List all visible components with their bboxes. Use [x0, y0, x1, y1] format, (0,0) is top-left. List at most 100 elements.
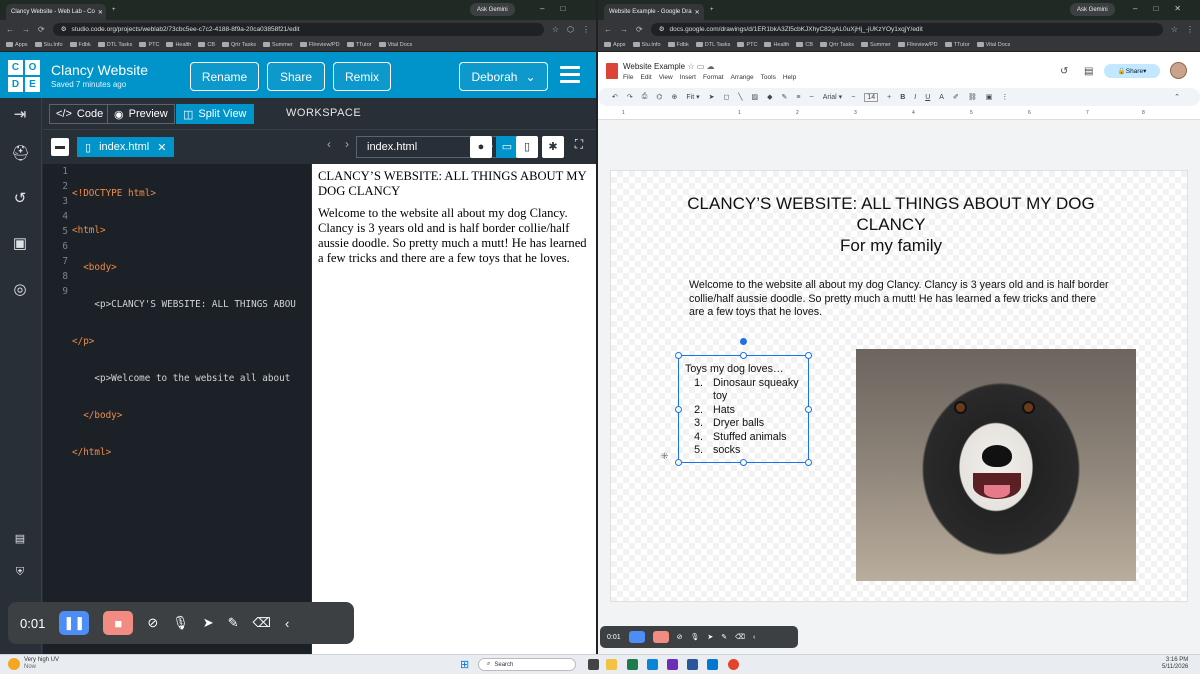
eraser-icon[interactable]: ⌫ [253, 615, 271, 631]
pause-button[interactable]: ❚❚ [59, 611, 90, 635]
rotate-handle[interactable] [740, 338, 747, 345]
resize-handle[interactable] [740, 352, 747, 359]
border-dash-icon[interactable]: ┄ [810, 93, 814, 101]
comment-icon[interactable]: ▤ [1084, 66, 1093, 77]
code-logo[interactable]: C O D E [8, 60, 40, 92]
undo-icon[interactable]: ↶ [612, 93, 618, 101]
preview-forward-icon[interactable]: › [338, 137, 356, 157]
zoom-icon[interactable]: ⊕ [671, 93, 677, 101]
close-window-icon[interactable]: ✕ [1174, 4, 1181, 13]
bookmark[interactable]: PTC [737, 42, 757, 48]
close-tab-icon[interactable]: ✕ [695, 9, 700, 16]
bookmark[interactable]: CB [198, 42, 215, 48]
app-icon[interactable] [627, 659, 638, 670]
maximize-icon[interactable]: □ [1153, 4, 1158, 13]
pen-icon[interactable]: ✎ [228, 615, 239, 631]
avatar[interactable] [1170, 62, 1187, 79]
star-icon[interactable]: ☆ [687, 62, 694, 71]
resize-handle[interactable] [675, 352, 682, 359]
italic-icon[interactable]: I [914, 94, 916, 101]
forward-icon[interactable]: → [620, 25, 628, 34]
bookmark-apps[interactable]: Apps [6, 42, 28, 48]
decrease-font-icon[interactable]: − [851, 94, 855, 101]
pause-button[interactable] [628, 631, 645, 643]
collapse-toolbar-icon[interactable]: ⌃ [1174, 93, 1180, 101]
eraser-icon[interactable]: ⌫ [735, 633, 745, 641]
new-tab-icon[interactable]: + [112, 7, 116, 13]
browser-tab[interactable]: Clancy Website - Web Lab - Co ✕ [6, 4, 106, 20]
share-button[interactable]: 🔒 Share ▾ [1104, 64, 1160, 78]
menu-dots-icon[interactable]: ⋮ [1186, 25, 1194, 34]
browser-tab[interactable]: Website Example - Google Dra ✕ [604, 4, 704, 20]
menu-file[interactable]: File [623, 74, 633, 81]
star-icon[interactable]: ☆ [1171, 25, 1178, 34]
highlight-icon[interactable]: ✐ [953, 93, 959, 101]
record-icon[interactable]: ● [470, 136, 492, 158]
bookmark[interactable]: TTutor [944, 42, 970, 48]
menu-insert[interactable]: Insert [680, 74, 696, 81]
stop-button[interactable] [652, 631, 669, 643]
fullscreen-icon[interactable]: ⛶ [570, 137, 588, 157]
outlook-icon[interactable] [707, 659, 718, 670]
weather-widget[interactable]: Very high UV Now [24, 657, 59, 671]
bookmark[interactable]: Summer [860, 42, 891, 48]
redo-icon[interactable]: ↷ [627, 93, 633, 101]
document-title[interactable]: Website Example ☆ ▭ ☁ [623, 62, 715, 71]
compass-icon[interactable]: ◎ [11, 281, 29, 299]
bookmark[interactable]: Qrtr Tasks [819, 42, 854, 48]
border-color-icon[interactable]: ✎ [782, 93, 788, 101]
windows-start-icon[interactable]: ⊞ [460, 658, 469, 671]
star-icon[interactable]: ☆ [552, 25, 559, 34]
increase-font-icon[interactable]: + [887, 94, 891, 101]
maximize-icon[interactable]: □ [560, 4, 565, 13]
history-icon[interactable]: ↺ [1060, 66, 1068, 77]
pen-icon[interactable]: ✎ [721, 633, 727, 641]
link-icon[interactable]: ⛓ [968, 93, 977, 101]
more-icon[interactable]: ⋮ [1001, 93, 1008, 101]
bookmark[interactable]: Fllreview/PD [299, 42, 340, 48]
add-comment-icon[interactable]: ▣ [986, 93, 993, 101]
share-button[interactable]: Share [267, 62, 325, 91]
minimize-icon[interactable]: – [540, 4, 544, 13]
forward-icon[interactable]: → [22, 25, 30, 34]
line-icon[interactable]: ╲ [738, 93, 742, 101]
drawing-heading[interactable]: CLANCY’S WEBSITE: ALL THINGS ABOUT MY DO… [651, 193, 1131, 256]
reload-icon[interactable]: ⟳ [38, 25, 45, 34]
file-tab[interactable]: ▯ index.html ✕ [77, 137, 175, 157]
bookmark[interactable]: TTutor [346, 42, 372, 48]
file-explorer-icon[interactable] [606, 659, 617, 670]
site-info-icon[interactable]: ⚙ [659, 25, 665, 33]
code-editor[interactable]: 123456789 <!DOCTYPE html> <html> <body> … [43, 164, 311, 654]
app-icon[interactable] [667, 659, 678, 670]
extensions-icon[interactable]: ⬡ [567, 25, 574, 34]
hamburger-menu-icon[interactable] [560, 66, 580, 87]
fill-color-icon[interactable]: ◆ [767, 93, 772, 101]
backpack-icon[interactable]: ▣ [11, 235, 29, 253]
back-icon[interactable]: ← [6, 25, 14, 34]
bookmark[interactable]: Stu.Info [34, 42, 63, 48]
move-folder-icon[interactable]: ▭ [697, 62, 705, 71]
bookmark[interactable]: CB [796, 42, 813, 48]
collapse-icon[interactable]: ‹ [753, 634, 755, 641]
camera-off-icon[interactable]: ⊘ [677, 633, 683, 641]
remix-button[interactable]: Remix [333, 62, 391, 91]
camera-off-icon[interactable]: ⊘ [147, 615, 158, 631]
drawing-canvas[interactable]: CLANCY’S WEBSITE: ALL THINGS ABOUT MY DO… [610, 170, 1188, 602]
print-icon[interactable]: ⎙ [642, 93, 648, 101]
image-icon[interactable]: ▨ [752, 93, 759, 101]
history-icon[interactable]: ↺ [11, 190, 29, 208]
url-field[interactable]: ⚙ docs.google.com/drawings/d/1ER1bkA3Zl5… [650, 22, 1163, 36]
microphone-icon[interactable]: 🎙 [691, 633, 700, 641]
split-view-button[interactable]: ◫ Split View [176, 104, 254, 124]
site-info-icon[interactable]: ⚙ [61, 25, 67, 33]
font-size-field[interactable]: 14 [864, 92, 879, 102]
menu-dots-icon[interactable]: ⋮ [582, 25, 590, 34]
pointer-icon[interactable]: ➤ [707, 633, 713, 641]
resize-handle[interactable] [675, 406, 682, 413]
collapse-arrow-icon[interactable]: ⇥ [11, 106, 29, 124]
drawing-paragraph[interactable]: Welcome to the website all about my dog … [689, 279, 1109, 320]
menu-arrange[interactable]: Arrange [731, 74, 754, 81]
mobile-view-icon[interactable]: ▯ [516, 136, 538, 158]
stop-button[interactable]: ■ [103, 611, 134, 635]
bookmark[interactable]: Stu.Info [632, 42, 661, 48]
